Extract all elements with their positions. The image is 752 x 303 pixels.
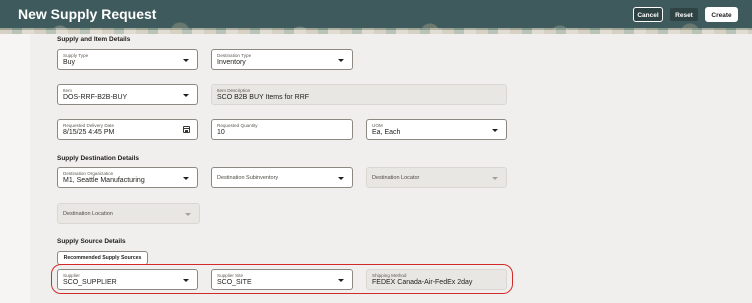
uom-value: Ea, Each bbox=[372, 129, 401, 136]
requested-quantity-label: Requested Quantity bbox=[217, 123, 258, 128]
destination-type-select[interactable]: Destination Type Inventory bbox=[211, 49, 353, 70]
chevron-down-icon[interactable] bbox=[183, 177, 189, 180]
requested-delivery-date-input[interactable]: Requested Delivery Date 8/15/25 4:45 PM bbox=[57, 119, 198, 140]
item-description-field: Item Description SCO B2B BUY Items for R… bbox=[211, 84, 507, 105]
destination-type-label: Destination Type bbox=[217, 53, 252, 58]
chevron-down-icon[interactable] bbox=[338, 279, 344, 282]
requested-delivery-date-label: Requested Delivery Date bbox=[63, 123, 115, 128]
supply-type-label: Supply Type bbox=[63, 53, 89, 58]
reset-button[interactable]: Reset bbox=[669, 7, 699, 22]
destination-location-select: Destination Location bbox=[57, 203, 200, 224]
shipping-method-field: Shipping Method FEDEX Canada-Air-FedEx 2… bbox=[366, 269, 507, 290]
destination-locator-label: Destination Locator bbox=[372, 175, 420, 181]
chevron-down-icon[interactable] bbox=[492, 129, 498, 132]
destination-subinventory-label: Destination Subinventory bbox=[217, 175, 279, 181]
item-description-label: Item Description bbox=[217, 88, 251, 93]
supplier-label: Supplier bbox=[63, 273, 80, 278]
destination-organization-value: M1, Seattle Manufacturing bbox=[63, 177, 145, 184]
calendar-icon[interactable] bbox=[183, 126, 190, 133]
page-title: New Supply Request bbox=[18, 6, 157, 22]
requested-delivery-date-value: 8/15/25 4:45 PM bbox=[63, 129, 115, 136]
chevron-down-icon[interactable] bbox=[338, 177, 344, 180]
destination-locator-select: Destination Locator bbox=[366, 167, 507, 188]
section-destination-title: Supply Destination Details bbox=[57, 155, 139, 162]
destination-organization-select[interactable]: Destination Organization M1, Seattle Man… bbox=[57, 167, 198, 188]
item-label: Item bbox=[63, 88, 72, 93]
supply-type-value: Buy bbox=[63, 59, 76, 66]
create-button[interactable]: Create bbox=[705, 7, 738, 22]
supplier-site-label: Supplier Site bbox=[217, 273, 244, 278]
destination-organization-label: Destination Organization bbox=[63, 171, 114, 176]
cancel-button[interactable]: Cancel bbox=[633, 7, 663, 22]
item-description-value: SCO B2B BUY Items for RRF bbox=[217, 94, 310, 101]
destination-type-value: Inventory bbox=[217, 59, 246, 66]
shipping-method-value: FEDEX Canada-Air-FedEx 2day bbox=[372, 279, 473, 286]
supplier-site-select[interactable]: Supplier Site SCO_SITE bbox=[211, 269, 353, 290]
chevron-down-icon[interactable] bbox=[183, 59, 189, 62]
chevron-down-icon[interactable] bbox=[338, 59, 344, 62]
section-source-title: Supply Source Details bbox=[57, 238, 126, 245]
item-select[interactable]: Item DOS-RRF-B2B-BUY bbox=[57, 84, 198, 105]
supplier-site-value: SCO_SITE bbox=[217, 279, 252, 286]
requested-quantity-value: 10 bbox=[217, 129, 225, 136]
chevron-down-icon bbox=[185, 213, 191, 216]
destination-location-label: Destination Location bbox=[63, 211, 113, 217]
supplier-select[interactable]: Supplier SCO_SUPPLIER bbox=[57, 269, 198, 290]
section-supply-item-title: Supply and Item Details bbox=[57, 36, 131, 43]
page-header: New Supply Request Cancel Reset Create bbox=[0, 0, 752, 34]
item-value: DOS-RRF-B2B-BUY bbox=[63, 94, 128, 101]
chevron-down-icon bbox=[492, 177, 498, 180]
chevron-down-icon[interactable] bbox=[183, 94, 189, 97]
chevron-down-icon[interactable] bbox=[183, 279, 189, 282]
recommended-supply-sources-button[interactable]: Recommended Supply Sources bbox=[57, 251, 148, 265]
supplier-value: SCO_SUPPLIER bbox=[63, 279, 117, 286]
shipping-method-label: Shipping Method bbox=[372, 273, 407, 278]
requested-quantity-input[interactable]: Requested Quantity 10 bbox=[211, 119, 353, 140]
supply-type-select[interactable]: Supply Type Buy bbox=[57, 49, 198, 70]
uom-label: UOM bbox=[372, 123, 383, 128]
destination-subinventory-select[interactable]: Destination Subinventory bbox=[211, 167, 353, 188]
uom-select[interactable]: UOM Ea, Each bbox=[366, 119, 507, 140]
